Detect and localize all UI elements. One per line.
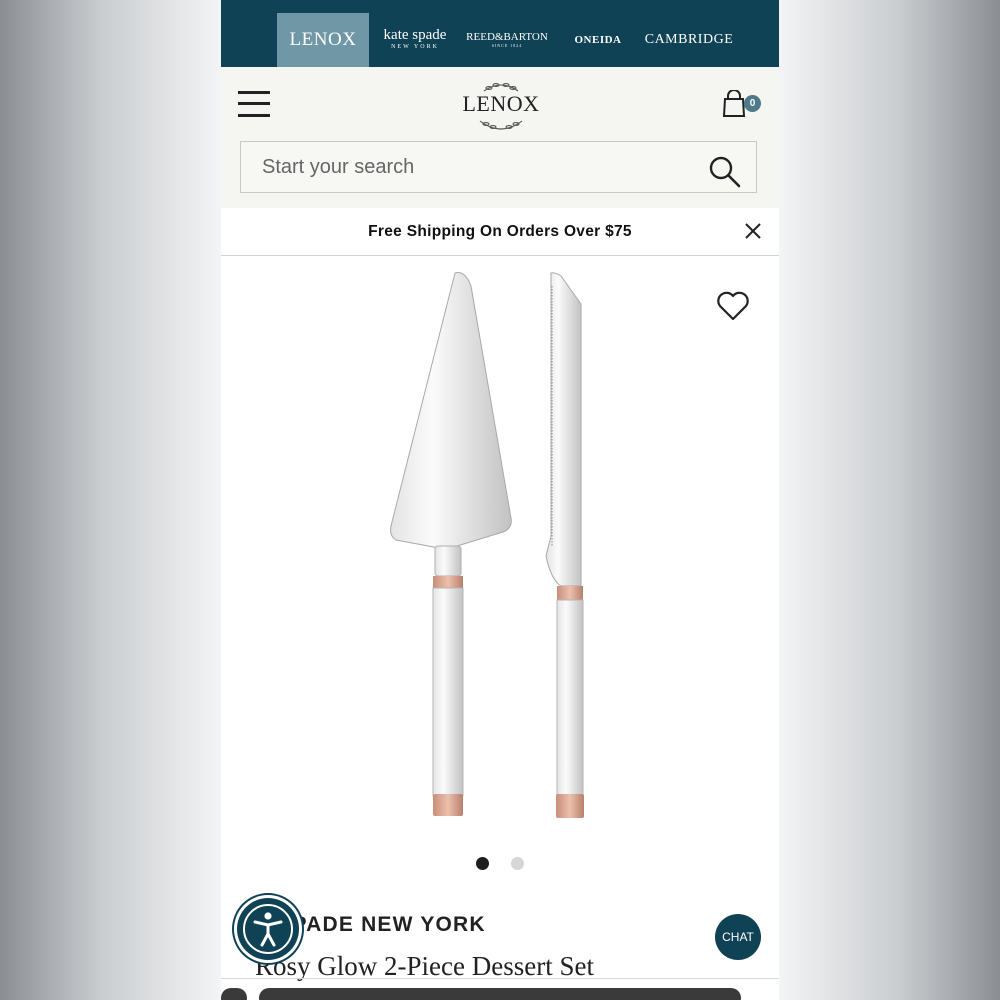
cart-count-badge: 0 bbox=[744, 95, 761, 112]
accessibility-icon bbox=[243, 904, 293, 954]
accessibility-button[interactable] bbox=[237, 898, 299, 960]
brand-tab-lenox[interactable]: LENOX bbox=[277, 13, 369, 67]
cake-knife bbox=[545, 272, 584, 818]
chat-button[interactable]: CHAT bbox=[715, 914, 761, 960]
brand-bar: LENOX kate spade NEW YORK REED&BARTON SI… bbox=[221, 0, 779, 67]
close-icon[interactable] bbox=[742, 220, 764, 242]
heart-icon[interactable] bbox=[716, 290, 750, 322]
search-icon[interactable] bbox=[708, 155, 742, 189]
product-image[interactable] bbox=[221, 256, 779, 836]
brand-tab-lenox-label: LENOX bbox=[289, 29, 357, 50]
brand-tab-reed-barton[interactable]: REED&BARTON SINCE 1824 bbox=[463, 13, 551, 67]
cart-button[interactable]: 0 bbox=[722, 90, 766, 120]
brand-tab-kate-spade[interactable]: kate spade NEW YORK bbox=[373, 13, 457, 67]
bottom-action-bar[interactable] bbox=[259, 988, 741, 1000]
brand-tab-cambridge[interactable]: CAMBRIDGE bbox=[641, 13, 737, 67]
brand-tab-cambridge-label: CAMBRIDGE bbox=[644, 32, 734, 47]
phone-screen: LENOX kate spade NEW YORK REED&BARTON SI… bbox=[221, 0, 779, 1000]
hamburger-menu-icon[interactable] bbox=[238, 89, 270, 119]
logo-text: LENOX bbox=[462, 91, 540, 116]
brand-tab-reed-barton-label: REED&BARTON bbox=[466, 31, 548, 43]
search-input[interactable]: Start your search bbox=[240, 141, 757, 193]
lenox-logo[interactable]: LENOX bbox=[446, 81, 556, 131]
divider bbox=[221, 978, 779, 979]
carousel-dot-1[interactable] bbox=[476, 857, 489, 870]
bottom-left-button[interactable] bbox=[221, 988, 247, 1000]
carousel-dot-2[interactable] bbox=[511, 857, 524, 870]
shopping-bag-icon bbox=[722, 90, 746, 117]
brand-tab-oneida-label: ONEIDA bbox=[574, 34, 622, 46]
brand-tab-kate-spade-sub: NEW YORK bbox=[391, 44, 439, 50]
brand-tab-kate-spade-label: kate spade bbox=[383, 27, 447, 43]
promo-text: Free Shipping On Orders Over $75 bbox=[368, 223, 632, 240]
brand-tab-oneida[interactable]: ONEIDA bbox=[571, 13, 625, 67]
cake-server bbox=[390, 272, 512, 816]
search-placeholder: Start your search bbox=[262, 156, 415, 178]
promo-banner: Free Shipping On Orders Over $75 bbox=[221, 208, 779, 256]
brand-tab-reed-barton-sub: SINCE 1824 bbox=[491, 43, 523, 48]
